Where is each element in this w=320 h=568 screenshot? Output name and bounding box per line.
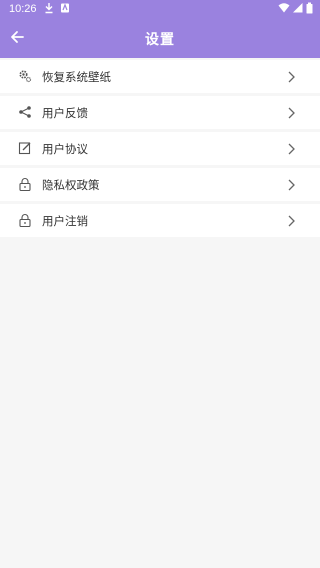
menu-item-label: 用户反馈 xyxy=(42,106,88,120)
chevron-right-icon xyxy=(288,179,295,191)
app-bar: 设置 xyxy=(0,18,320,58)
menu-item-feedback[interactable]: 用户反馈 xyxy=(0,96,320,129)
chevron-right-icon xyxy=(288,143,295,155)
menu-item-label: 用户注销 xyxy=(42,214,88,228)
edit-icon xyxy=(18,142,31,155)
share-icon xyxy=(19,106,31,118)
gear-icon xyxy=(19,70,32,83)
header: 10:26 设置 xyxy=(0,0,320,58)
chevron-right-icon xyxy=(288,107,295,119)
battery-icon xyxy=(306,2,313,17)
menu-item-restore-wallpaper[interactable]: 恢复系统壁纸 xyxy=(0,60,320,93)
menu-item-label: 恢复系统壁纸 xyxy=(42,70,111,84)
status-bar: 10:26 xyxy=(0,0,320,18)
chevron-right-icon xyxy=(288,71,295,83)
download-icon xyxy=(44,2,54,17)
settings-menu: 恢复系统壁纸 用户反馈 用户协议 隐私权政策 用户注销 xyxy=(0,58,320,237)
page-title: 设置 xyxy=(145,32,175,48)
lock-icon xyxy=(19,178,31,191)
menu-item-privacy-policy[interactable]: 隐私权政策 xyxy=(0,168,320,201)
app-notification-icon xyxy=(60,2,70,17)
chevron-right-icon xyxy=(288,215,295,227)
lock-icon xyxy=(19,214,31,227)
menu-item-label: 用户协议 xyxy=(42,142,88,156)
menu-item-account-cancellation[interactable]: 用户注销 xyxy=(0,204,320,237)
status-time: 10:26 xyxy=(9,3,37,15)
menu-item-user-agreement[interactable]: 用户协议 xyxy=(0,132,320,165)
signal-icon xyxy=(292,2,303,17)
menu-item-label: 隐私权政策 xyxy=(42,178,100,192)
wifi-icon xyxy=(278,2,290,17)
